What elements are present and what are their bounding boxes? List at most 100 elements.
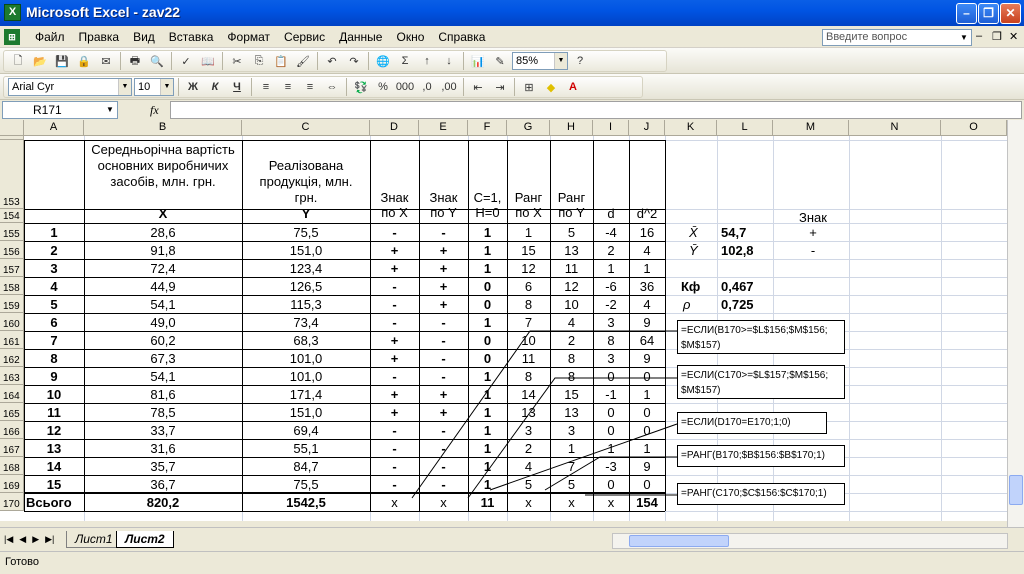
total-cell[interactable]: 11 <box>468 493 507 510</box>
column-header-e[interactable]: E <box>419 120 468 136</box>
table-cell[interactable]: 0 <box>468 349 507 366</box>
table-cell[interactable]: 16 <box>629 223 665 240</box>
decrease-indent-icon[interactable]: ⇤ <box>468 77 488 97</box>
workbook-icon[interactable]: ⊞ <box>4 29 20 45</box>
table-cell[interactable]: 9 <box>24 367 84 384</box>
table-cell[interactable]: 54,1 <box>84 367 242 384</box>
table-cell[interactable]: 1 <box>629 385 665 402</box>
insert-function-icon[interactable]: fx <box>150 103 159 118</box>
table-cell[interactable]: 0 <box>629 421 665 438</box>
total-cell[interactable]: 154 <box>629 493 665 510</box>
table-cell[interactable]: 7 <box>507 313 550 330</box>
table-cell[interactable]: 54,1 <box>84 295 242 312</box>
table-cell[interactable]: 12 <box>507 259 550 276</box>
row-header-155[interactable]: 155 <box>0 223 24 241</box>
table-cell[interactable]: 6 <box>24 313 84 330</box>
column-header-a[interactable]: A <box>24 120 84 136</box>
help-icon[interactable]: ? <box>570 51 590 71</box>
table-cell[interactable]: 0 <box>593 367 629 384</box>
print-preview-icon[interactable]: 🔍 <box>147 51 167 71</box>
increase-decimal-icon[interactable]: ,0 <box>417 77 437 97</box>
total-cell[interactable]: x <box>370 493 419 510</box>
table-cell[interactable]: - <box>419 367 468 384</box>
column-header-m[interactable]: M <box>773 120 849 136</box>
borders-icon[interactable]: ⊞ <box>519 77 539 97</box>
table-cell[interactable]: 78,5 <box>84 403 242 420</box>
column-header-d[interactable]: D <box>370 120 419 136</box>
table-cell[interactable]: 3 <box>24 259 84 276</box>
table-cell[interactable]: - <box>419 313 468 330</box>
x-mean-label[interactable]: X̄ <box>685 223 715 240</box>
table-cell[interactable]: + <box>370 349 419 366</box>
horizontal-scrollbar[interactable] <box>612 533 1008 549</box>
table-cell[interactable]: 2 <box>507 439 550 456</box>
menu-item-8[interactable]: Справка <box>431 30 492 44</box>
column-header-b[interactable]: B <box>84 120 242 136</box>
restore-button[interactable]: ❐ <box>978 3 999 24</box>
table-cell[interactable]: 1 <box>593 259 629 276</box>
menu-item-1[interactable]: Правка <box>72 30 127 44</box>
table-cell[interactable]: 1 <box>629 439 665 456</box>
table-cell[interactable]: 1 <box>468 241 507 258</box>
table-cell[interactable]: - <box>370 313 419 330</box>
table-cell[interactable]: 72,4 <box>84 259 242 276</box>
table-cell[interactable]: + <box>370 259 419 276</box>
table-cell[interactable]: 68,3 <box>242 331 370 348</box>
first-sheet-icon[interactable]: |◀ <box>4 534 13 545</box>
table-cell[interactable]: 2 <box>550 331 593 348</box>
redo-icon[interactable]: ↷ <box>344 51 364 71</box>
table-cell[interactable]: 8 <box>507 295 550 312</box>
zoom-select[interactable]: 85% ▼ <box>512 52 568 70</box>
table-cell[interactable]: - <box>419 421 468 438</box>
doc-restore-button[interactable]: ❐ <box>992 30 1002 43</box>
table-cell[interactable]: 1 <box>507 223 550 240</box>
table-cell[interactable]: 1 <box>468 259 507 276</box>
table-cell[interactable]: 101,0 <box>242 349 370 366</box>
table-cell[interactable]: - <box>419 457 468 474</box>
table-cell[interactable]: 1 <box>593 439 629 456</box>
column-header-l[interactable]: L <box>717 120 773 136</box>
table-cell[interactable]: 4 <box>629 241 665 258</box>
table-cell[interactable]: 1 <box>629 259 665 276</box>
table-cell[interactable]: 13 <box>507 403 550 420</box>
table-cell[interactable]: 12 <box>24 421 84 438</box>
table-cell[interactable]: 81,6 <box>84 385 242 402</box>
horizontal-scroll-thumb[interactable] <box>629 535 729 547</box>
hyperlink-icon[interactable]: 🌐 <box>373 51 393 71</box>
row-header-167[interactable]: 167 <box>0 439 24 457</box>
table-cell[interactable]: 9 <box>629 457 665 474</box>
table-cell[interactable]: 35,7 <box>84 457 242 474</box>
table-cell[interactable]: 75,5 <box>242 223 370 240</box>
row-header-157[interactable]: 157 <box>0 259 24 277</box>
minimize-button[interactable]: – <box>956 3 977 24</box>
table-cell[interactable]: - <box>370 457 419 474</box>
table-cell[interactable]: 5 <box>550 223 593 240</box>
table-cell[interactable]: 4 <box>24 277 84 294</box>
tab-sheet1[interactable]: Лист1 <box>66 531 122 548</box>
table-cell[interactable]: 2 <box>24 241 84 258</box>
vertical-scrollbar[interactable] <box>1007 120 1024 527</box>
menu-item-0[interactable]: Файл <box>28 30 72 44</box>
close-button[interactable]: ✕ <box>1000 3 1021 24</box>
table-cell[interactable]: 1 <box>468 475 507 492</box>
table-cell[interactable]: 10 <box>24 385 84 402</box>
table-cell[interactable]: 31,6 <box>84 439 242 456</box>
table-cell[interactable]: 69,4 <box>242 421 370 438</box>
table-cell[interactable]: - <box>370 475 419 492</box>
column-header-k[interactable]: K <box>665 120 717 136</box>
table-cell[interactable]: - <box>370 367 419 384</box>
kf-value[interactable]: 0,467 <box>717 277 773 294</box>
x-mean-value[interactable]: 54,7 <box>717 223 773 240</box>
font-color-icon[interactable]: A <box>563 77 583 97</box>
formula-note-2[interactable]: =ЕСЛИ(C170>=$L$157;$M$156; $M$157) <box>677 365 845 399</box>
table-cell[interactable]: -2 <box>593 295 629 312</box>
table-cell[interactable]: 8 <box>550 349 593 366</box>
row-header-165[interactable]: 165 <box>0 403 24 421</box>
chart-wizard-icon[interactable]: 📊 <box>468 51 488 71</box>
table-cell[interactable]: 33,7 <box>84 421 242 438</box>
table-cell[interactable]: -4 <box>593 223 629 240</box>
column-header-h[interactable]: H <box>550 120 593 136</box>
decrease-decimal-icon[interactable]: ,00 <box>439 77 459 97</box>
row-header-156[interactable]: 156 <box>0 241 24 259</box>
table-cell[interactable]: 151,0 <box>242 241 370 258</box>
